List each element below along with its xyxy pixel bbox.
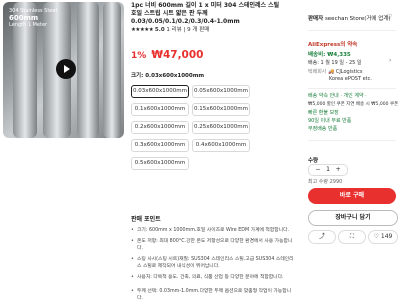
- size-option[interactable]: 0.4x600x1000mm: [192, 139, 250, 152]
- logistics-secondary: Korea ePOST etc.: [329, 76, 372, 82]
- size-option[interactable]: 0.25x600x1000mm: [192, 121, 250, 134]
- price: ₩47,000: [151, 49, 204, 61]
- size-option[interactable]: 0.5x600x1000mm: [131, 157, 189, 170]
- buy-now-button[interactable]: 바로 구매: [308, 188, 396, 204]
- sold-count: 9 개 판매: [187, 27, 210, 33]
- shipping-fee: 배송비: ₩4,335: [308, 52, 351, 58]
- seller-name[interactable]: seechan Store(거에 업계): [325, 16, 391, 22]
- quantity-value[interactable]: 1: [326, 166, 330, 173]
- truck-icon: 🚚: [328, 69, 335, 75]
- size-option[interactable]: 0.3x600x1000mm: [131, 139, 189, 152]
- steel-roll-image: [103, 2, 121, 138]
- assurance-title[interactable]: 배송 약속 안내 · 개인 계약 ·: [308, 92, 367, 99]
- price-row: 1% ₩47,000: [131, 43, 203, 62]
- product-main-image[interactable]: 304 Stainless Steel 600mm Length 1 Meter: [3, 2, 124, 138]
- size-option[interactable]: 0.03x600x1000mm: [131, 85, 189, 98]
- divider: [308, 30, 396, 31]
- assurance-line: 90일 이내 무료 반품: [308, 118, 352, 124]
- quantity-stepper[interactable]: − 1 +: [308, 164, 348, 176]
- seller-row[interactable]: 판매자 seechan Store(거에 업계): [308, 14, 391, 22]
- play-video-icon[interactable]: [56, 59, 76, 79]
- steel-roll-image: [77, 2, 99, 138]
- chevron-right-icon[interactable]: ›: [389, 57, 391, 64]
- size-option[interactable]: 0.1x600x1000mm: [131, 103, 189, 116]
- minus-icon[interactable]: −: [315, 166, 320, 173]
- separator: |: [183, 27, 186, 33]
- highlight-item: 크기: 600mm x 1000mm.호일 사이즈로 Wire EDM 가계에 …: [131, 227, 296, 234]
- size-label: 크기: 0.03x600x1000mm: [131, 73, 205, 79]
- cart-icon[interactable]: ⛶: [338, 230, 366, 244]
- plus-icon[interactable]: +: [336, 166, 341, 173]
- heart-icon[interactable]: ♡: [386, 13, 392, 21]
- like-count: 149: [380, 233, 393, 240]
- product-title: 1pc 너비 600mm 길이 1 x 미터 304 스테인레스 스틸 호일 스…: [131, 2, 280, 25]
- seller-label: 판매자: [308, 16, 324, 22]
- size-option[interactable]: 0.05x600x1000mm: [192, 85, 250, 98]
- assurance-line: 부정배송 반품: [308, 126, 338, 132]
- divider: [308, 140, 396, 141]
- highlight-item: 스팅 사시(스팅 시트)재질: SUS304 스테인리스 스틸.고급 SUS30…: [131, 256, 296, 270]
- stock-text: 최고 수량 2990: [308, 179, 343, 185]
- image-overlay-text: 304 Stainless Steel 600mm Length 1 Meter: [9, 8, 57, 28]
- rating-stars-icon: ★★★★★: [131, 27, 154, 33]
- highlight-item: 두께 선택: 0.03mm-1.0mm.다양한 두께 옵션으로 맞춤형 작업이 …: [131, 288, 296, 302]
- divider: [308, 88, 396, 89]
- quantity-label: 수량: [308, 158, 319, 164]
- assurance-line: 빠른 환불 보장: [308, 110, 339, 116]
- review-count[interactable]: 1 리뷰: [166, 27, 181, 33]
- logistics-row: 택배회사 🚚 CJLogistics: [308, 69, 363, 75]
- highlight-item: 사용처: 다목적 용도. 건축, 의료, 식품 산업 등 다양한 분야에 적합합…: [131, 274, 296, 281]
- rating-value: 5.0: [154, 27, 165, 33]
- delivery-date: 배송: 1 월 19 일 - 25 일: [308, 60, 362, 66]
- aliexpress-promise: AliExpress의 약속: [308, 42, 358, 48]
- highlights-title: 판매 포인트: [131, 216, 161, 223]
- share-icon[interactable]: ⤴: [308, 230, 336, 244]
- rating-row[interactable]: ★★★★★ 5.0 1 리뷰 | 9 개 판매: [131, 25, 209, 33]
- size-option[interactable]: 0.15x600x1000mm: [192, 103, 250, 116]
- add-to-cart-button[interactable]: 장바구니 담기: [308, 210, 398, 226]
- heart-icon: ♡: [373, 233, 379, 240]
- highlight-item: 온도 저항: 최대 800°C.강한 온도 저항성으로 다양한 환경에서 사용 …: [131, 238, 296, 252]
- size-option[interactable]: 0.2x600x1000mm: [131, 121, 189, 134]
- assurance-line: ₩5,000 할인 쿠폰 지연 배송 시 ₩5,000 쿠폰: [308, 102, 399, 107]
- like-button[interactable]: ♡ 149: [368, 230, 398, 244]
- discount-percent: 1%: [131, 51, 147, 61]
